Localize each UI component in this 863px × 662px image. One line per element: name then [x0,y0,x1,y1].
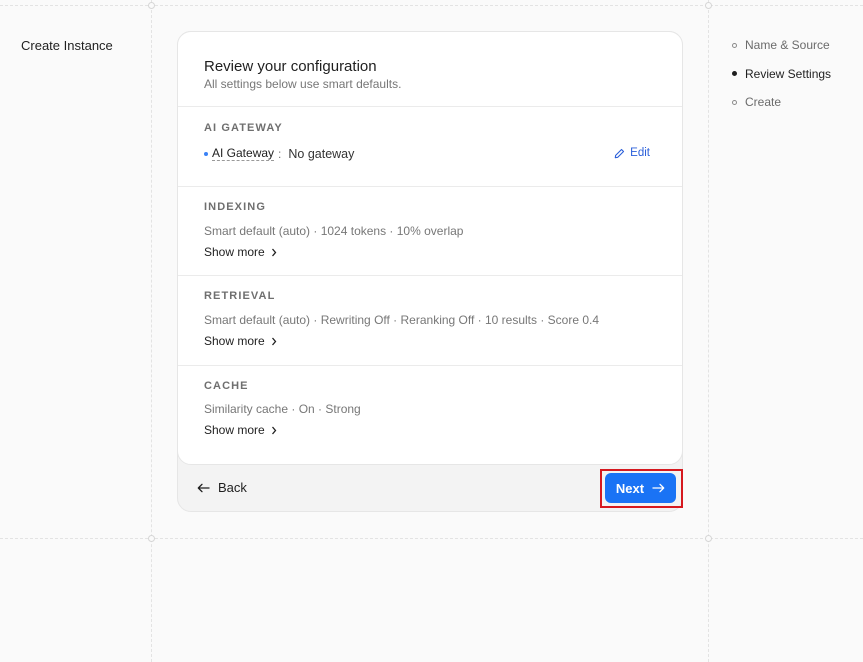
step-bullet-icon [732,71,737,76]
page-title: Create Instance [21,38,113,53]
show-more-label: Show more [204,245,265,259]
card-title: Review your configuration [204,58,377,75]
step-label: Review Settings [745,66,832,81]
step-bullet-icon [732,42,737,48]
guide-line-top [0,5,863,6]
card-header: Review your configuration All settings b… [178,32,682,107]
section-label: RETRIEVAL [204,290,276,302]
next-button[interactable]: Next [605,473,676,503]
section-ai-gateway: AI GATEWAY AI Gateway : No gateway Edit [178,107,682,187]
guide-dot [148,2,155,9]
edit-gateway-button[interactable]: Edit [614,147,650,159]
step-name-source[interactable]: Name & Source [732,38,831,52]
section-label: CACHE [204,380,249,392]
guide-dot [148,535,155,542]
stepper: Name & Source Review Settings Create [732,38,831,124]
section-label: AI GATEWAY [204,122,283,134]
guide-line-left [151,0,152,662]
show-more-retrieval[interactable]: Show more [204,334,277,348]
chevron-right-icon [271,248,277,257]
guide-dot [705,2,712,9]
guide-line-bottom [0,538,863,539]
show-more-cache[interactable]: Show more [204,423,277,437]
arrow-left-icon [197,483,210,492]
chevron-right-icon [271,337,277,346]
step-label: Create [745,95,782,109]
next-label: Next [615,480,645,496]
arrow-right-icon [652,483,665,493]
edit-label: Edit [630,147,650,159]
show-more-indexing[interactable]: Show more [204,245,277,259]
section-retrieval: RETRIEVAL Smart default (auto) · Rewriti… [178,276,682,366]
gateway-row: AI Gateway : No gateway [204,147,354,161]
step-review-settings[interactable]: Review Settings [732,67,831,81]
show-more-label: Show more [204,423,265,437]
show-more-label: Show more [204,334,265,348]
pencil-icon [614,148,625,158]
section-indexing: INDEXING Smart default (auto) · 1024 tok… [178,187,682,276]
back-label: Back [218,480,247,495]
section-summary: Smart default (auto) · Rewriting Off · R… [204,313,600,327]
step-label: Name & Source [745,38,830,52]
section-cache: CACHE Similarity cache · On · Strong Sho… [178,366,682,464]
status-dot-icon [204,152,208,156]
card-subtitle: All settings below use smart defaults. [204,77,402,91]
gateway-name: AI Gateway [212,146,275,161]
section-label: INDEXING [204,201,266,213]
chevron-right-icon [271,426,277,435]
guide-line-right [708,0,709,662]
guide-dot [705,535,712,542]
step-bullet-icon [732,99,737,105]
review-card: Review your configuration All settings b… [177,31,683,465]
gateway-value: No gateway [288,147,355,161]
section-summary: Smart default (auto) · 1024 tokens · 10%… [204,224,464,238]
section-summary: Similarity cache · On · Strong [204,402,361,416]
step-create[interactable]: Create [732,95,831,109]
back-button[interactable]: Back [197,480,247,495]
gateway-colon: : [278,147,282,161]
